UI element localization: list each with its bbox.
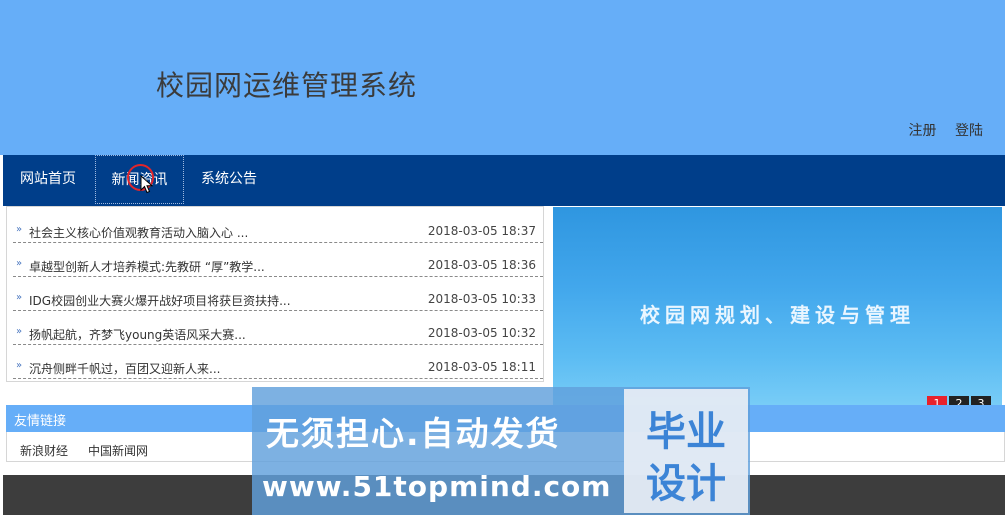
site-title: 校园网运维管理系统 bbox=[156, 69, 418, 102]
nav-item-announcements[interactable]: 系统公告 bbox=[186, 155, 272, 204]
news-date: 2018-03-05 18:11 bbox=[427, 360, 536, 374]
link-china-news[interactable]: 中国新闻网 bbox=[88, 442, 148, 459]
watermark-badge-line1: 毕业 bbox=[646, 409, 726, 455]
link-sina-finance[interactable]: 新浪财经 bbox=[20, 442, 68, 459]
news-title[interactable]: 扬帆起航，齐梦飞young英语风采大赛... bbox=[29, 326, 246, 343]
mouse-cursor-icon bbox=[140, 175, 154, 194]
watermark-text: 无须担心.自动发货 bbox=[266, 414, 561, 453]
news-item[interactable]: » 沉舟侧畔千帆过，百团又迎新人来... 2018-03-05 18:11 bbox=[13, 345, 543, 379]
double-chevron-icon: » bbox=[16, 360, 23, 371]
nav-item-home[interactable]: 网站首页 bbox=[3, 155, 93, 204]
news-item[interactable]: » 扬帆起航，齐梦飞young英语风采大赛... 2018-03-05 10:3… bbox=[13, 311, 543, 345]
double-chevron-icon: » bbox=[16, 292, 23, 303]
header: 校园网运维管理系统 注册 登陆 bbox=[0, 0, 1005, 155]
news-date: 2018-03-05 10:33 bbox=[427, 292, 536, 306]
news-date: 2018-03-05 18:37 bbox=[427, 224, 536, 238]
news-title[interactable]: 社会主义核心价值观教育活动入脑入心 ... bbox=[29, 224, 248, 241]
banner-caption: 校园网规划、建设与管理 bbox=[640, 303, 915, 327]
news-list: » 社会主义核心价值观教育活动入脑入心 ... 2018-03-05 18:37… bbox=[6, 206, 544, 382]
auth-links: 注册 登陆 bbox=[895, 120, 983, 140]
watermark-badge-line2: 设计 bbox=[646, 461, 726, 507]
news-item[interactable]: » 卓越型创新人才培养模式:先教研 “厚”教学... 2018-03-05 18… bbox=[13, 243, 543, 277]
news-date: 2018-03-05 18:36 bbox=[427, 258, 536, 272]
news-title[interactable]: IDG校园创业大赛火爆开战好项目将获巨资扶持... bbox=[29, 292, 291, 309]
news-title[interactable]: 卓越型创新人才培养模式:先教研 “厚”教学... bbox=[29, 258, 265, 275]
register-link[interactable]: 注册 bbox=[909, 123, 937, 139]
banner-slideshow[interactable]: 校园网规划、建设与管理 bbox=[553, 207, 1002, 407]
login-link[interactable]: 登陆 bbox=[955, 123, 983, 139]
double-chevron-icon: » bbox=[16, 224, 23, 235]
news-title[interactable]: 沉舟侧畔千帆过，百团又迎新人来... bbox=[29, 360, 220, 377]
watermark: 无须担心.自动发货 www.51topmind.com 毕业 设计 bbox=[252, 387, 750, 515]
double-chevron-icon: » bbox=[16, 326, 23, 337]
news-item[interactable]: » IDG校园创业大赛火爆开战好项目将获巨资扶持... 2018-03-05 1… bbox=[13, 277, 543, 311]
news-item[interactable]: » 社会主义核心价值观教育活动入脑入心 ... 2018-03-05 18:37 bbox=[13, 209, 543, 243]
watermark-badge: 毕业 设计 bbox=[624, 389, 748, 513]
links-title: 友情链接 bbox=[14, 414, 67, 429]
news-date: 2018-03-05 10:32 bbox=[427, 326, 536, 340]
watermark-url: www.51topmind.com bbox=[262, 470, 612, 503]
double-chevron-icon: » bbox=[16, 258, 23, 269]
